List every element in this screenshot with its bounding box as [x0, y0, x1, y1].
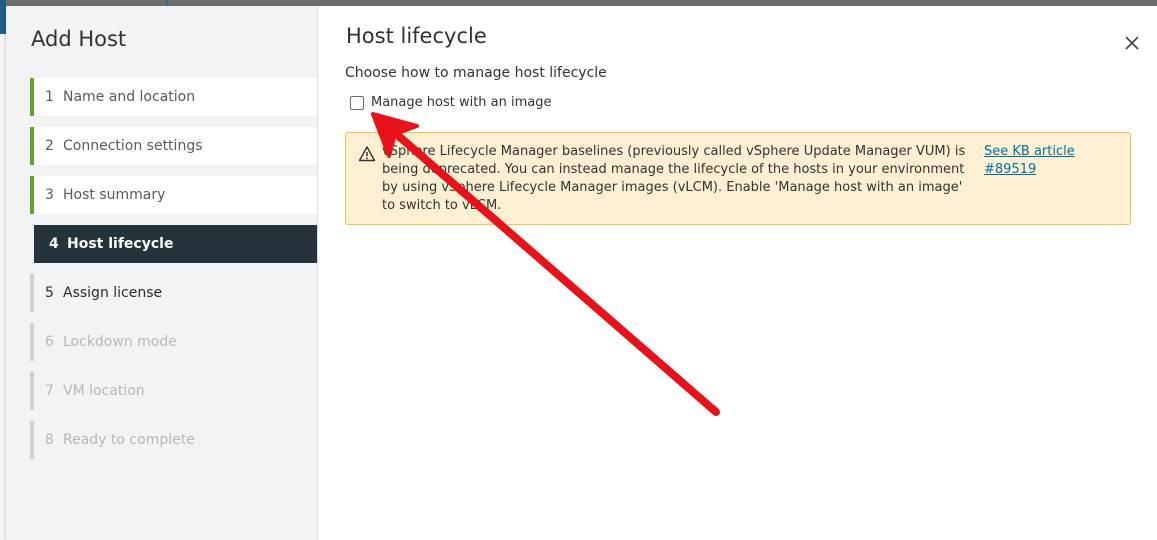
checkbox-label: Manage host with an image: [371, 95, 552, 110]
step-number: 7: [45, 383, 54, 399]
step-number: 6: [45, 334, 54, 350]
step-name-and-location[interactable]: 1 Name and location: [30, 78, 317, 116]
step-label: Lockdown mode: [63, 334, 177, 350]
manage-image-checkbox[interactable]: [350, 95, 364, 110]
step-label: Host lifecycle: [67, 236, 174, 252]
step-number: 1: [45, 89, 54, 105]
step-label: Assign license: [63, 285, 163, 301]
step-ready-to-complete: 8 Ready to complete: [30, 421, 317, 459]
wizard-steps: 1 Name and location 2 Connection setting…: [30, 78, 317, 470]
page-title: Host lifecycle: [346, 24, 487, 48]
step-number: 3: [45, 187, 54, 203]
step-label: VM location: [63, 383, 145, 399]
alert-message: vSphere Lifecycle Manager baselines (pre…: [382, 144, 966, 213]
step-host-lifecycle[interactable]: 4 Host lifecycle: [34, 225, 317, 263]
annotation-arrow-icon: [371, 112, 720, 416]
step-number: 4: [49, 236, 59, 252]
wizard-content: Host lifecycle Choose how to manage host…: [317, 6, 1157, 540]
step-label: Host summary: [63, 187, 166, 203]
step-host-summary[interactable]: 3 Host summary: [30, 176, 317, 214]
manage-image-checkbox-row[interactable]: Manage host with an image: [350, 95, 552, 110]
step-number: 5: [45, 285, 54, 301]
step-assign-license[interactable]: 5 Assign license: [30, 274, 317, 312]
dialog-title: Add Host: [31, 27, 127, 51]
step-label: Name and location: [63, 89, 196, 105]
step-number: 8: [45, 432, 54, 448]
step-number: 2: [45, 138, 54, 154]
step-label: Connection settings: [63, 138, 203, 154]
warning-icon: [358, 146, 376, 162]
section-subtitle: Choose how to manage host lifecycle: [345, 65, 607, 81]
close-icon[interactable]: [1121, 32, 1143, 54]
deprecation-warning-alert: vSphere Lifecycle Manager baselines (pre…: [345, 132, 1131, 225]
step-vm-location: 7 VM location: [30, 372, 317, 410]
step-label: Ready to complete: [63, 432, 195, 448]
wizard-sidebar: Add Host 1 Name and location 2 Connectio…: [6, 6, 318, 540]
add-host-dialog: Add Host 1 Name and location 2 Connectio…: [6, 6, 1157, 540]
step-connection-settings[interactable]: 2 Connection settings: [30, 127, 317, 165]
step-lockdown-mode: 6 Lockdown mode: [30, 323, 317, 361]
kb-article-link[interactable]: See KB article #89519: [984, 143, 1130, 179]
